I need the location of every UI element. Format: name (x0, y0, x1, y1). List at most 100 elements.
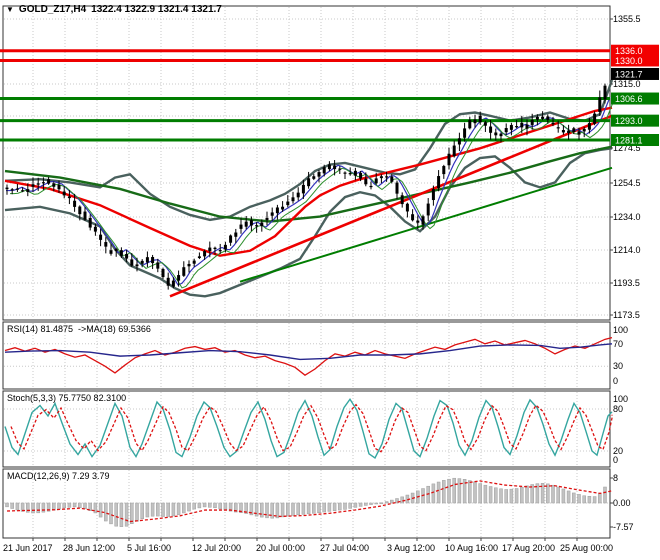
macd-histogram-bar (197, 502, 202, 509)
candle-body (166, 277, 170, 286)
macd-histogram-bar (514, 488, 519, 504)
candle-body (572, 128, 576, 133)
candle-body (494, 132, 498, 136)
candle-body (561, 130, 565, 133)
macd-histogram-bar (322, 502, 326, 513)
macd-histogram-bar (286, 502, 290, 517)
candle-body (598, 97, 602, 112)
macd-histogram-bar (83, 502, 87, 510)
macd-histogram-bar (338, 502, 342, 511)
macd-histogram-bar (525, 485, 529, 504)
chart-collapse-icon[interactable]: ▼ (6, 5, 14, 14)
candle-body (88, 218, 92, 228)
candle-body (239, 224, 243, 229)
candle-body (452, 145, 456, 157)
candle-body (478, 115, 482, 123)
candle-body (265, 217, 269, 220)
macd-histogram-bar (343, 502, 347, 510)
stochastic-indicator-label: Stoch(5,3,3) 75.7750 82.3100 (7, 393, 127, 403)
macd-histogram-bar (379, 502, 384, 504)
candle-body (416, 220, 420, 223)
macd-histogram-bar (260, 502, 264, 518)
candle-body (119, 250, 123, 256)
candle-body (400, 195, 404, 205)
candle-body (546, 116, 550, 120)
candle-body (249, 220, 253, 226)
candle-body (161, 268, 165, 278)
macd-histogram-bar (109, 502, 113, 525)
macd-histogram-bar (499, 488, 503, 504)
rsi-indicator-label: RSI(14) 81.4875 ->MA(18) 69.5366 (7, 324, 151, 334)
macd-histogram-bar (192, 502, 196, 510)
macd-histogram-bar (135, 502, 139, 522)
candle-body (535, 116, 539, 120)
candle-body (457, 138, 461, 145)
candle-body (447, 153, 451, 166)
candle-body (255, 225, 259, 227)
chart-title-bar: ▼ GOLD_Z17,H4 1322.4 1322.9 1321.4 1321.… (6, 4, 222, 15)
time-axis-label: 17 Aug 20:00 (502, 543, 555, 553)
candle-body (556, 127, 560, 129)
rsi-scale-label: 70 (613, 339, 623, 349)
candle-body (192, 260, 196, 264)
candle-body (515, 126, 519, 128)
macd-histogram-bar (452, 477, 456, 504)
candle-body (286, 201, 290, 206)
macd-histogram-bar (561, 488, 566, 504)
stoch-scale-label: 80 (613, 404, 623, 414)
price-tag-label: 1321.7 (615, 69, 643, 79)
main-plot-area[interactable] (2, 5, 611, 321)
candle-body (260, 222, 264, 227)
rsi-scale-label: 0 (613, 376, 618, 386)
macd-histogram-bar (280, 502, 285, 518)
candle-body (291, 197, 295, 202)
candle-body (229, 235, 233, 243)
macd-histogram-bar (442, 480, 446, 504)
candle-body (296, 192, 300, 198)
macd-histogram-bar (265, 502, 269, 519)
candle-body (26, 189, 30, 193)
macd-histogram-bar (592, 496, 597, 504)
candle-body (395, 182, 399, 194)
candle-body (489, 126, 493, 133)
candle-body (114, 248, 118, 252)
time-axis-label: 25 Aug 00:00 (560, 543, 613, 553)
macd-histogram-bar (312, 502, 316, 514)
candle-body (504, 128, 508, 133)
candle-body (171, 280, 175, 287)
macd-histogram-bar (306, 502, 311, 515)
macd-histogram-bar (41, 502, 46, 513)
macd-histogram-bar (104, 502, 108, 522)
candle-body (203, 251, 207, 257)
candle-body (582, 128, 586, 132)
price-axis-label: 1254.5 (613, 178, 641, 188)
price-tag-label: 1330.0 (615, 56, 643, 66)
candle-body (593, 113, 597, 124)
price-axis-label: 1173.5 (613, 310, 640, 320)
candle-body (551, 122, 555, 125)
macd-histogram-bar (603, 486, 607, 504)
price-axis-label: 1234.0 (613, 212, 641, 222)
candle-body (31, 184, 35, 187)
candle-body (327, 164, 331, 170)
candle-body (442, 166, 446, 175)
candle-body (41, 182, 45, 184)
candle-body (374, 178, 378, 184)
macd-histogram-bar (161, 502, 165, 517)
macd-histogram-bar (67, 502, 72, 508)
macd-histogram-bar (473, 481, 477, 504)
candle-body (62, 191, 66, 196)
macd-histogram-bar (171, 502, 176, 517)
time-axis-label: 20 Jul 00:00 (256, 543, 305, 553)
macd-histogram-bar (384, 501, 389, 504)
candle-body (603, 85, 607, 100)
macd-histogram-bar (223, 502, 228, 511)
macd-histogram-bar (114, 502, 118, 527)
macd-histogram-bar (504, 489, 508, 504)
macd-histogram-bar (374, 502, 378, 505)
candle-body (109, 250, 113, 254)
candle-body (93, 226, 97, 232)
macd-histogram-bar (124, 502, 129, 527)
candle-body (36, 183, 40, 185)
candle-body (10, 189, 14, 191)
